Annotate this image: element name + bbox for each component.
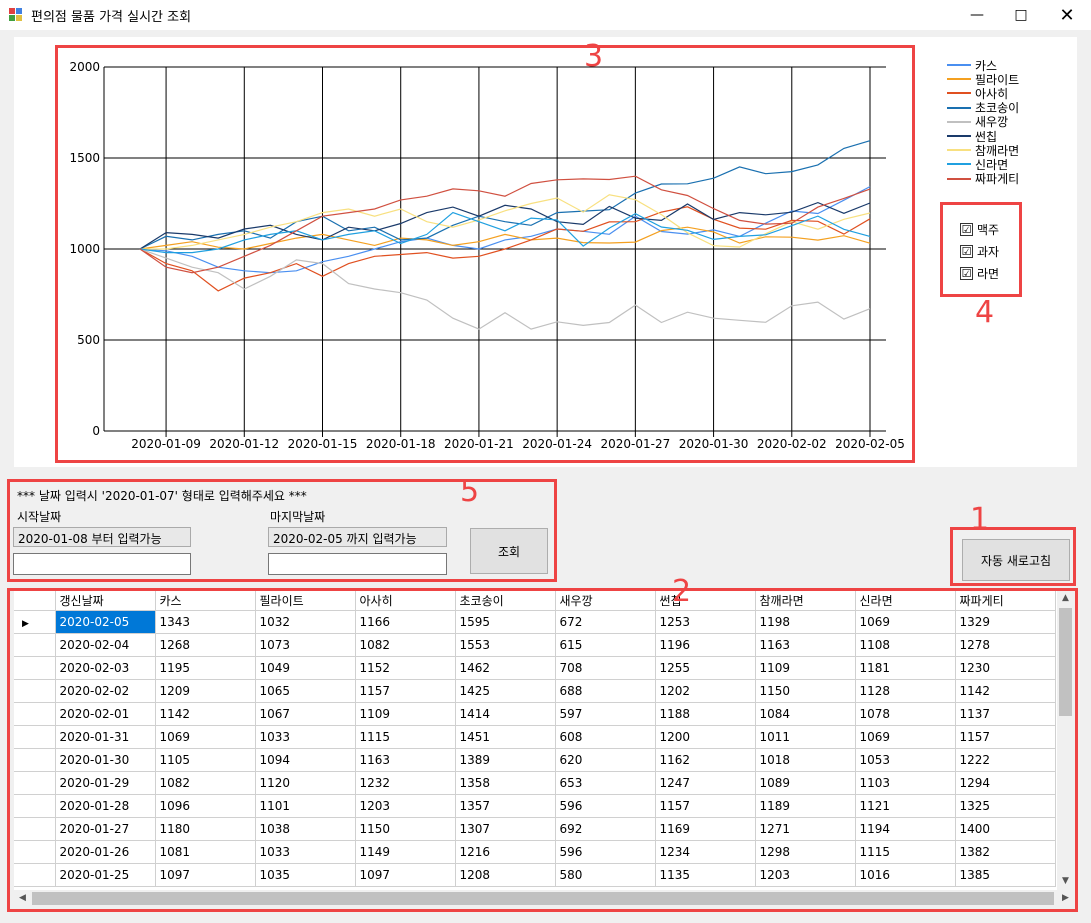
legend-swatch: [947, 149, 971, 152]
annotation-box-1: [950, 527, 1076, 586]
legend-swatch: [947, 64, 971, 67]
legend-swatch: [947, 177, 971, 180]
legend-swatch: [947, 78, 971, 81]
annotation-number-5: 5: [460, 474, 480, 509]
legend-swatch: [947, 106, 971, 109]
legend-swatch: [947, 92, 971, 95]
annotation-box-2: [7, 588, 1078, 912]
annotation-number-4: 4: [975, 295, 995, 330]
annotation-number-2: 2: [672, 574, 692, 609]
annotation-number-1: 1: [970, 502, 990, 537]
legend-item: 짜파게티: [947, 172, 1019, 186]
annotation-number-3: 3: [584, 39, 604, 74]
legend-label: 짜파게티: [975, 172, 1020, 187]
annotation-box-3: [55, 45, 915, 463]
legend-swatch: [947, 135, 971, 138]
chart-legend: 카스 필라이트 아사히 초코송이 새우깡 썬칩 참깨라면 신라면 짜파게티: [947, 58, 1019, 186]
legend-swatch: [947, 120, 971, 123]
legend-swatch: [947, 163, 971, 166]
annotation-box-4: [940, 202, 1022, 297]
